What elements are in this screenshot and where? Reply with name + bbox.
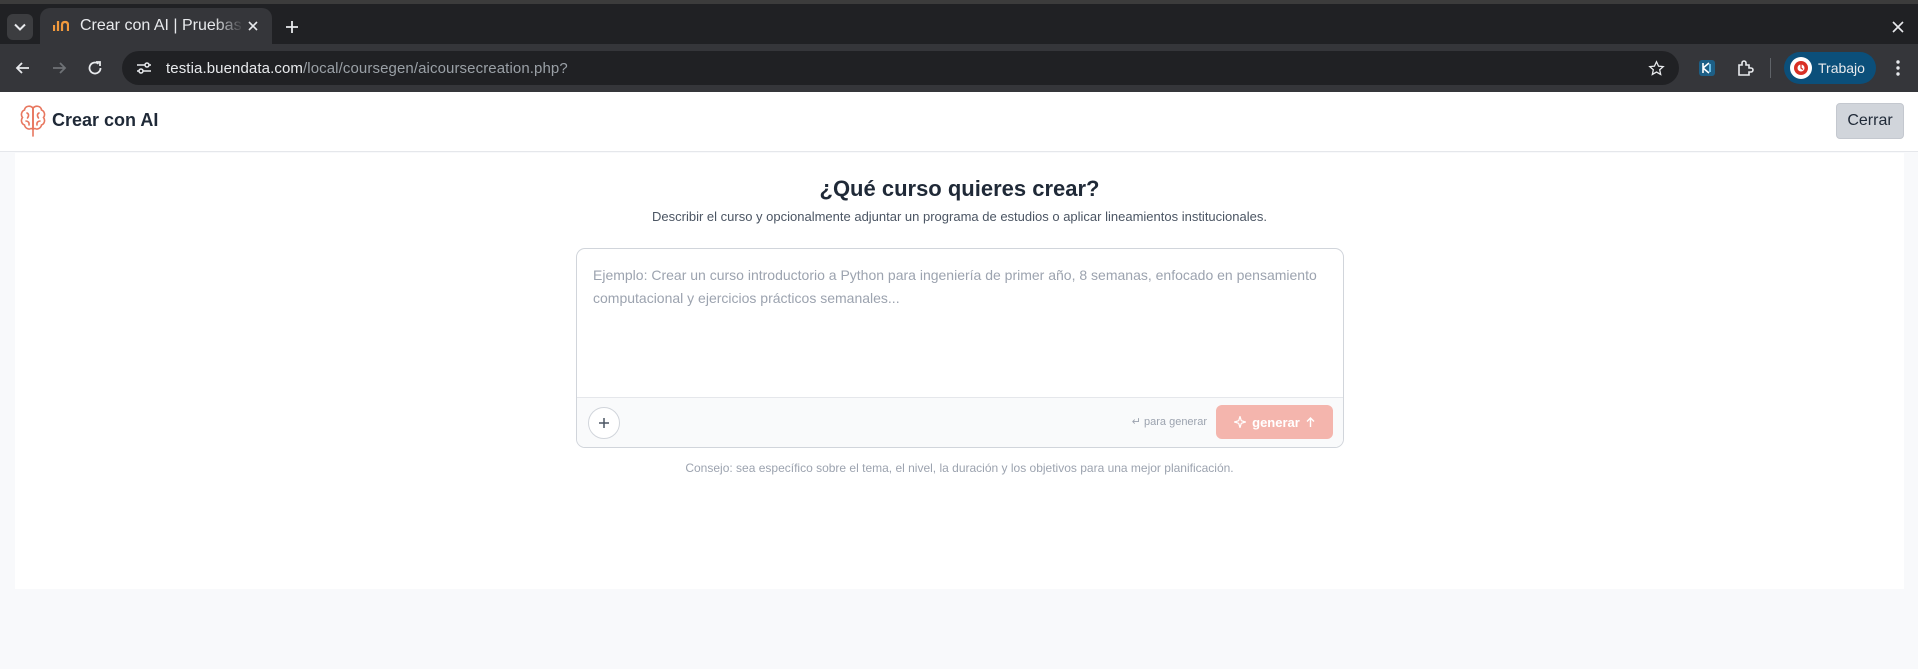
app-title: Crear con AI	[52, 110, 159, 130]
arrow-right-icon	[53, 62, 67, 74]
extensions-puzzle-icon[interactable]	[1733, 56, 1757, 80]
profile-avatar-icon	[1790, 57, 1812, 79]
back-button[interactable]	[9, 54, 37, 82]
chevron-down-icon	[14, 23, 26, 31]
forward-button[interactable]	[45, 54, 73, 82]
close-button[interactable]: Cerrar	[1836, 103, 1904, 139]
browser-tab-strip: Crear con AI | Pruebas	[0, 0, 1918, 44]
site-favicon-icon	[52, 19, 70, 33]
toolbar-divider	[1770, 58, 1771, 78]
page-title: ¿Qué curso quieres crear?	[819, 176, 1100, 201]
course-prompt-input[interactable]	[577, 249, 1343, 397]
tab-search-button[interactable]	[7, 14, 33, 40]
url-host: testia.buendata.com	[166, 59, 303, 77]
browser-menu-icon[interactable]	[1886, 56, 1910, 80]
brain-icon	[20, 105, 46, 137]
enter-to-generate-hint: ↵ para generar	[1131, 416, 1207, 428]
generate-label: generar	[1252, 414, 1300, 430]
bookmark-star-icon[interactable]	[1645, 57, 1667, 79]
window-close-button[interactable]	[1888, 17, 1908, 37]
extension-icon[interactable]	[1695, 56, 1719, 80]
profile-button[interactable]: Trabajo	[1784, 52, 1876, 84]
browser-tab-active[interactable]: Crear con AI | Pruebas	[40, 8, 272, 44]
composer-footer: ↵ para generar generar	[577, 397, 1343, 447]
new-tab-button[interactable]	[281, 16, 303, 38]
plus-icon	[286, 21, 298, 33]
url-text: testia.buendata.com/local/coursegen/aico…	[166, 60, 568, 77]
arrow-left-icon	[15, 62, 29, 74]
reload-button[interactable]	[81, 54, 109, 82]
reload-icon	[88, 61, 102, 75]
site-info-icon[interactable]	[128, 54, 160, 82]
plus-icon	[599, 418, 609, 428]
generate-button[interactable]: generar	[1216, 405, 1333, 439]
arrow-up-icon	[1306, 416, 1315, 427]
browser-toolbar: testia.buendata.com/local/coursegen/aico…	[0, 44, 1918, 92]
close-icon	[1892, 21, 1904, 33]
address-bar[interactable]: testia.buendata.com/local/coursegen/aico…	[122, 51, 1679, 85]
tip-text: Consejo: sea específico sobre el tema, e…	[685, 461, 1234, 475]
attach-file-button[interactable]	[588, 407, 620, 439]
app-header: Crear con AI Cerrar	[0, 92, 1918, 152]
url-path: /local/coursegen/aicoursecreation.php?	[303, 59, 568, 77]
sparkle-icon	[1234, 416, 1247, 428]
course-creation-panel: ¿Qué curso quieres crear? Describir el c…	[15, 153, 1904, 589]
tab-title: Crear con AI | Pruebas	[80, 17, 242, 34]
profile-label: Trabajo	[1818, 60, 1865, 76]
tab-close-icon[interactable]	[244, 17, 262, 35]
page-subtitle: Describir el curso y opcionalmente adjun…	[652, 209, 1267, 224]
prompt-composer: ↵ para generar generar	[576, 248, 1344, 448]
